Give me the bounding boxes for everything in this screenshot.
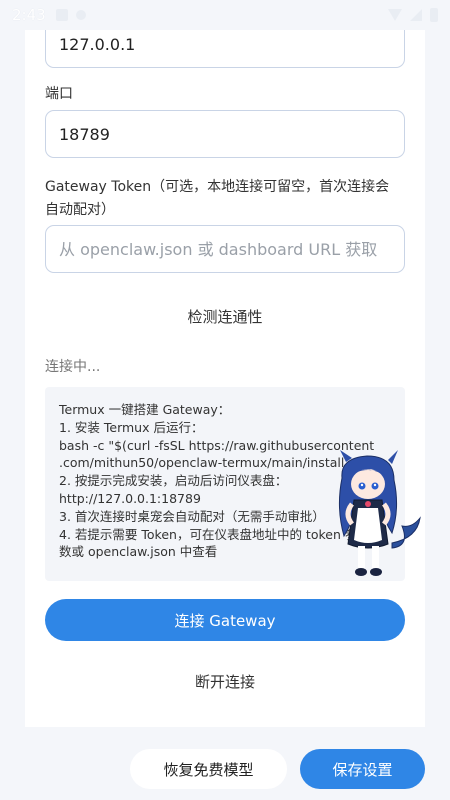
status-bar: 2:43 bbox=[0, 0, 450, 30]
mascot-pet-icon[interactable] bbox=[322, 448, 422, 583]
port-label: 端口 bbox=[45, 86, 73, 102]
port-input[interactable] bbox=[59, 111, 404, 157]
wifi-icon bbox=[388, 9, 402, 21]
sync-icon bbox=[75, 10, 86, 20]
token-input[interactable] bbox=[59, 226, 404, 272]
bottom-action-bar: 恢复免费模型 保存设置 bbox=[0, 727, 450, 800]
disconnect-button[interactable]: 断开连接 bbox=[25, 671, 425, 692]
cell-signal-icon bbox=[410, 9, 422, 21]
guide-line: Termux 一键搭建 Gateway： bbox=[59, 402, 231, 417]
connection-status: 连接中... bbox=[45, 359, 101, 375]
connect-gateway-button[interactable]: 连接 Gateway bbox=[45, 599, 405, 641]
check-connectivity-button[interactable]: 检测连通性 bbox=[25, 306, 425, 327]
notification-icon bbox=[55, 9, 68, 21]
battery-icon bbox=[430, 8, 438, 22]
token-field[interactable] bbox=[45, 225, 405, 273]
token-label-line1: Gateway Token（可选，本地连接可留空，首次连接会 bbox=[45, 179, 390, 195]
port-field[interactable] bbox=[45, 110, 405, 158]
token-label-line2: 自动配对） bbox=[45, 202, 115, 218]
status-time: 2:43 bbox=[12, 6, 46, 24]
restore-free-model-button[interactable]: 恢复免费模型 bbox=[130, 749, 287, 789]
settings-card: 端口 Gateway Token（可选，本地连接可留空，首次连接会 自动配对） … bbox=[25, 0, 425, 727]
save-settings-button[interactable]: 保存设置 bbox=[300, 749, 425, 789]
guide-line: 1. 安装 Termux 后运行： bbox=[59, 419, 204, 435]
